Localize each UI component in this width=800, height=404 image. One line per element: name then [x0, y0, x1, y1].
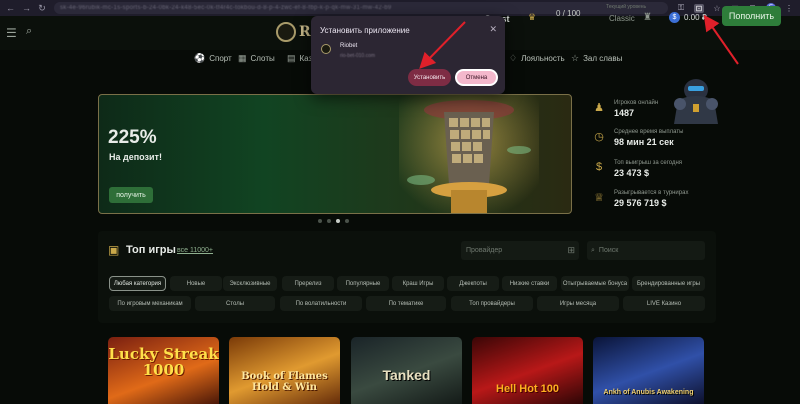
- game-tile-tanked[interactable]: Tanked: [351, 337, 462, 404]
- install-app-icon[interactable]: ⊡: [694, 3, 704, 13]
- category-volatility[interactable]: По волатильности: [280, 296, 362, 311]
- back-icon[interactable]: ←: [6, 3, 15, 13]
- game-tile-hell-hot[interactable]: Hell Hot 100: [472, 337, 583, 404]
- app-icon: [321, 44, 331, 54]
- banner-percent: 225%: [108, 127, 157, 148]
- pagination-dot[interactable]: [345, 219, 349, 223]
- grid-icon: ⊞: [567, 245, 575, 255]
- pagination-dot[interactable]: [318, 219, 322, 223]
- game-tile-lucky-streak[interactable]: Lucky Streak 1000: [108, 337, 219, 404]
- menu-dots-icon[interactable]: ⋮: [784, 4, 794, 13]
- pagination-dot-active[interactable]: [336, 219, 340, 223]
- search-icon[interactable]: ⌕: [26, 25, 32, 38]
- category-jackpots[interactable]: Джекпоты: [447, 276, 499, 291]
- loyalty-icon: ♢: [509, 53, 518, 63]
- category-exclusive[interactable]: Эксклюзивные: [223, 276, 277, 291]
- category-games-of-month[interactable]: Игры месяца: [537, 296, 619, 311]
- category-branded[interactable]: Брендированные игры: [632, 276, 705, 291]
- level-label: Текущий уровень: [606, 4, 647, 10]
- category-popular[interactable]: Популярные: [337, 276, 389, 291]
- category-low-stakes[interactable]: Низкие ставки: [502, 276, 557, 291]
- level-icon: ♜: [643, 12, 652, 23]
- banner-illustration: [399, 95, 539, 213]
- category-live-casino[interactable]: LIVE Казино: [623, 296, 705, 311]
- banner-subtitle: На депозит!: [109, 152, 162, 162]
- game-tile-book-of-flames[interactable]: Book of Flames Hold & Win: [229, 337, 340, 404]
- slots-icon: ▦: [238, 53, 247, 63]
- get-bonus-button[interactable]: получить: [109, 187, 153, 203]
- casino-icon: ▤: [287, 53, 296, 63]
- balance: 0.00 ₽: [684, 13, 707, 22]
- forward-icon[interactable]: →: [22, 3, 31, 13]
- category-crash[interactable]: Краш Игры: [392, 276, 444, 291]
- pagination-dot[interactable]: [327, 219, 331, 223]
- star-icon: ☆: [571, 53, 580, 63]
- hamburger-menu-icon[interactable]: ☰: [6, 26, 17, 40]
- ball-icon: ⚽: [194, 53, 206, 63]
- game-tile-ankh-of-anubis[interactable]: Ankh of Anubis Awakening: [593, 337, 704, 404]
- install-app-dialog: Установить приложение ✕ Riobet rio-bet-0…: [311, 16, 505, 94]
- category-new[interactable]: Новые: [170, 276, 222, 291]
- category-prerelease[interactable]: Пререлиз: [282, 276, 334, 291]
- nav-item-slots[interactable]: ▦ Слоты: [238, 53, 275, 64]
- games-search-input[interactable]: ⌕ Поиск: [587, 241, 705, 260]
- close-icon[interactable]: ✕: [489, 24, 497, 35]
- all-games-link[interactable]: все 11000+: [177, 247, 213, 254]
- stats-panel: ♟ Игроков онлайн 1487 ◷ Среднее время вы…: [590, 94, 730, 214]
- game-controller-icon: ▣: [108, 243, 120, 257]
- moneybag-icon: $: [595, 161, 603, 173]
- promo-banner[interactable]: 225% На депозит! получить: [98, 94, 572, 214]
- app-url: rio-bet-010.com: [340, 53, 376, 59]
- deposit-button[interactable]: Пополнить: [722, 6, 781, 26]
- url-text: sk-4e-96rubik-mc-1s-sports-b-24-0bk-24-k…: [60, 5, 392, 11]
- level-progress: 0 / 100: [556, 9, 581, 18]
- player-icon: ♟: [594, 102, 604, 114]
- bookmark-star-icon[interactable]: ☆: [712, 4, 722, 13]
- trophy-icon: ♕: [594, 192, 604, 204]
- category-tables[interactable]: Столы: [195, 296, 275, 311]
- category-bonus-wagering[interactable]: Отыгрываемые бонуса: [561, 276, 629, 291]
- crown-icon: ♛: [528, 12, 537, 22]
- category-any[interactable]: Любая категория: [109, 276, 166, 291]
- app-name: Riobet: [340, 43, 358, 49]
- stopwatch-icon: ◷: [594, 131, 604, 143]
- banner-pagination: [318, 219, 349, 223]
- category-mechanics[interactable]: По игровым механикам: [109, 296, 191, 311]
- top-games-title: Топ игры: [126, 244, 176, 256]
- currency-icon: $: [669, 12, 680, 23]
- install-button[interactable]: Установить: [408, 69, 451, 86]
- search-icon: ⌕: [591, 246, 595, 254]
- dialog-title: Установить приложение: [320, 26, 410, 35]
- cancel-button[interactable]: Отмена: [455, 69, 498, 86]
- logo-emblem: [276, 22, 296, 42]
- nav-item-sport[interactable]: ⚽ Спорт: [194, 53, 232, 64]
- nav-item-hall-of-fame[interactable]: ☆ Зал славы: [571, 53, 622, 64]
- provider-select[interactable]: Провайдер ⊞: [461, 241, 579, 260]
- level-value: Classic: [609, 14, 635, 23]
- reload-icon[interactable]: ↻: [38, 3, 46, 14]
- category-theme[interactable]: По тематике: [366, 296, 446, 311]
- category-top-providers[interactable]: Топ провайдеры: [451, 296, 533, 311]
- browser-toolbar: ← → ↻ sk-4e-96rubik-mc-1s-sports-b-24-0b…: [0, 0, 800, 16]
- nav-item-loyalty[interactable]: ♢ Лояльность: [509, 53, 565, 64]
- key-icon[interactable]: ⚿: [676, 3, 686, 13]
